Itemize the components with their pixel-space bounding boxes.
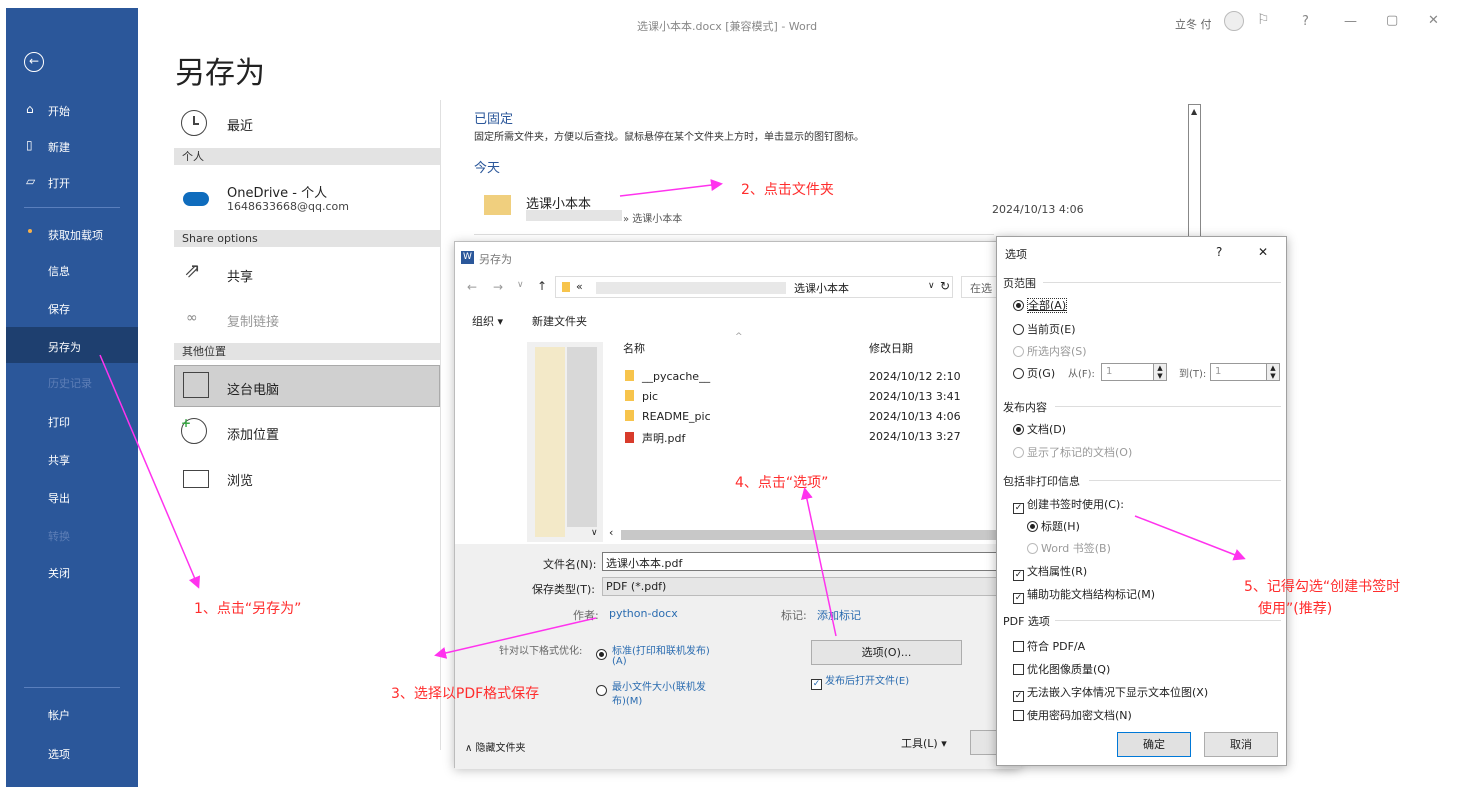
arrow-3 xyxy=(434,617,597,659)
arrow-2 xyxy=(619,179,723,197)
arrow-5 xyxy=(1134,515,1246,561)
annotation-arrows xyxy=(99,179,1246,659)
arrow-4 xyxy=(801,487,837,637)
arrow-1 xyxy=(99,354,201,589)
